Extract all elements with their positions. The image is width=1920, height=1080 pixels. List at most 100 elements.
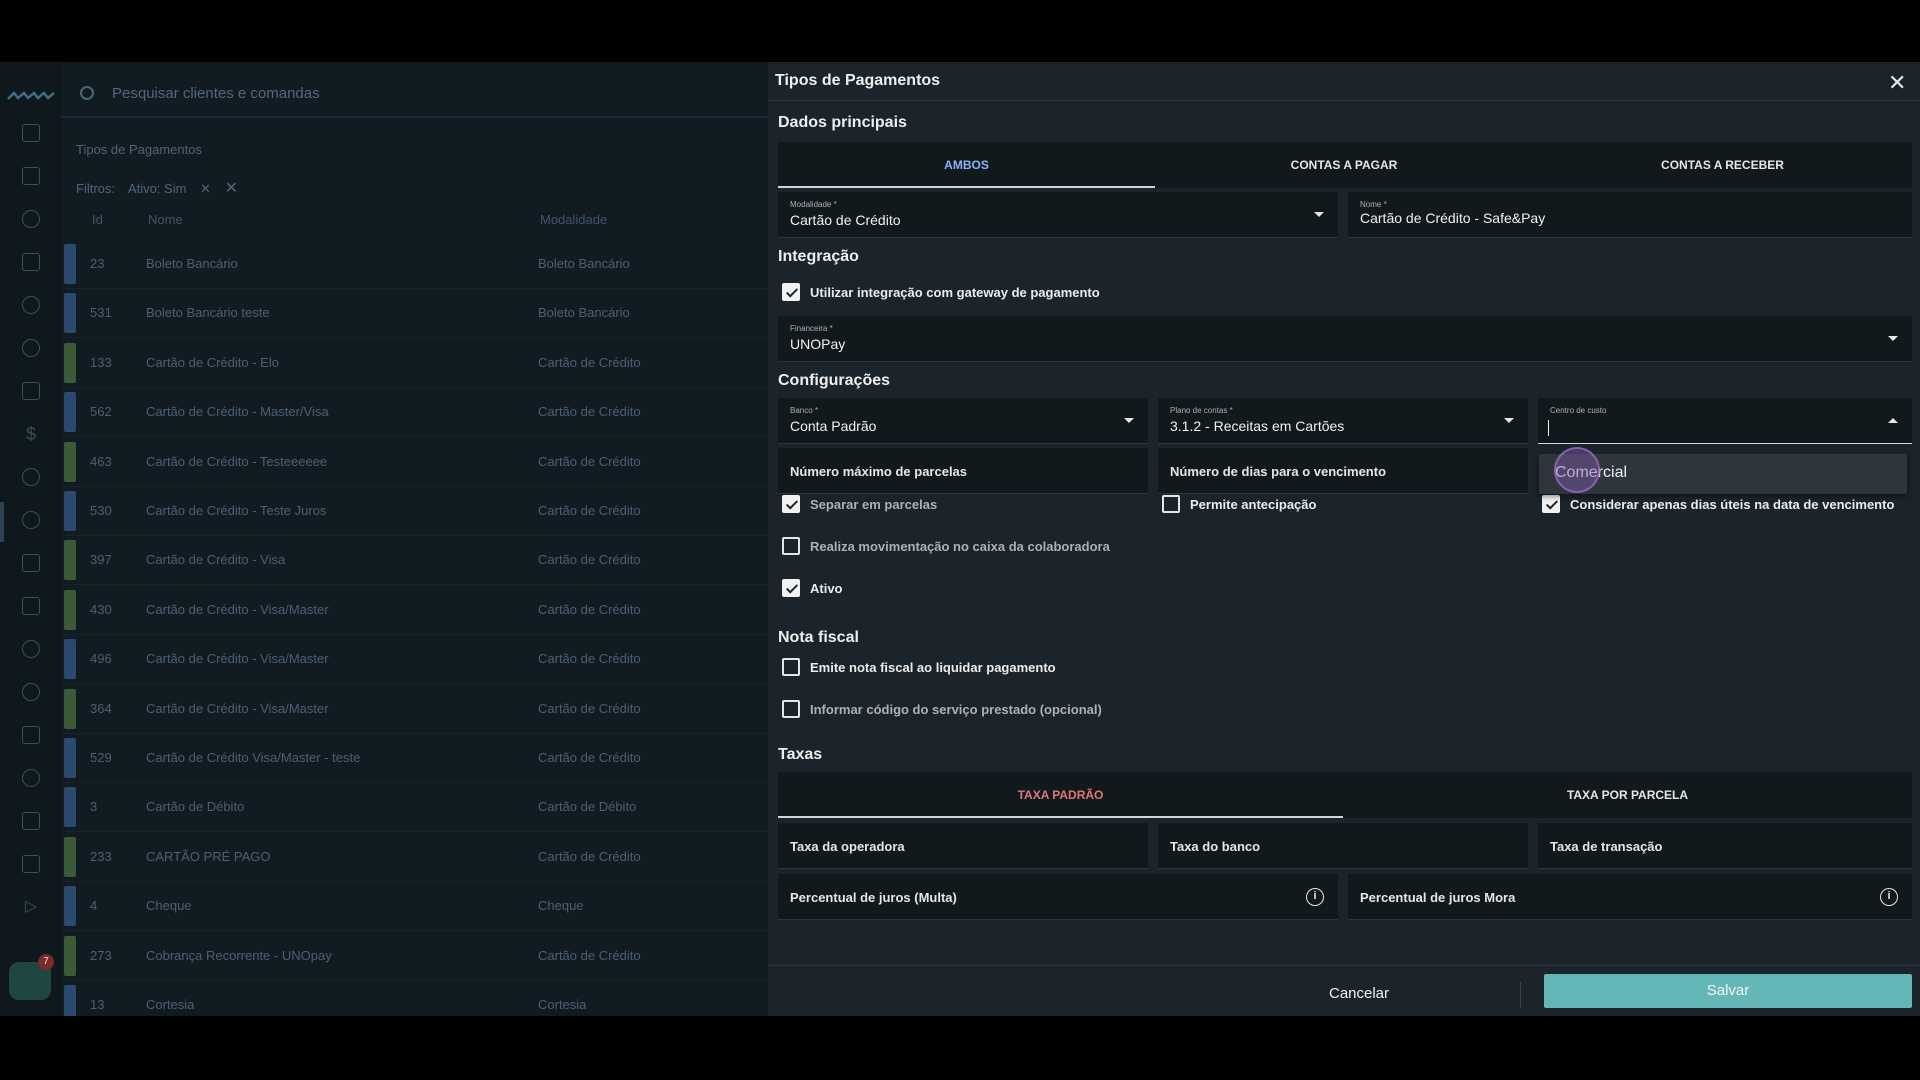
filter-chip[interactable]: Ativo: Sim [128,181,187,196]
status-color-marker [64,886,76,927]
clear-filters-icon[interactable]: ✕ [225,180,238,197]
checklist-icon[interactable] [22,253,40,271]
banco-select[interactable]: Banco * Conta Padrão [778,398,1148,444]
coins-icon[interactable] [22,511,40,529]
juros-multa-field[interactable]: Percentual de juros (Multa) i [778,874,1338,920]
checkbox-checked-icon [782,579,800,597]
left-navigation-rail: $ ▷ 7 [0,62,62,1016]
table-row[interactable]: 4 Cheque Cheque [62,882,768,932]
checkbox-unchecked-icon [1162,495,1180,513]
divider [1520,982,1521,1008]
table-row[interactable]: 496 Cartão de Crédito - Visa/Master Cartão… [62,635,768,685]
group-icon[interactable] [22,640,40,658]
banco-label: Banco * [790,406,819,415]
tab-contas-a-receber[interactable]: CONTAS A RECEBER [1533,142,1912,188]
target-icon[interactable] [22,296,40,314]
tab-contas-a-pagar[interactable]: CONTAS A PAGAR [1155,142,1533,188]
table-row[interactable]: 529 Cartão de Crédito Visa/Master - teste… [62,734,768,783]
dialog-title: Tipos de Pagamentos [775,72,941,89]
chart-icon[interactable] [22,382,40,400]
emite-nota-label: Emite nota fiscal ao liquidar pagamento [810,660,1056,675]
row-name: Cartão de Débito [146,799,245,815]
dollar-icon[interactable]: $ [22,425,40,443]
taxa-banco-field[interactable]: Taxa do banco [1158,823,1528,869]
remove-filter-icon[interactable]: ✕ [200,181,211,196]
filters-label: Filtros: [76,181,115,196]
row-name: Cartão de Crédito - Master/Visa [146,404,329,420]
calendar-icon[interactable] [22,167,40,185]
play-icon[interactable]: ▷ [22,898,40,916]
section-config: Configurações [778,372,891,389]
home-icon[interactable] [22,124,40,142]
box-icon[interactable] [22,597,40,615]
centro-label: Centro de custo [1550,406,1607,415]
codigo-servico-label: Informar código do serviço prestado (opc… [810,702,1102,717]
table-row[interactable]: 364 Cartão de Crédito - Visa/Master Cartão… [62,685,768,734]
app-window: $ ▷ 7 Pesquisar clientes e comandas Tipo… [0,62,1920,1016]
info-icon[interactable]: i [1306,888,1324,906]
table-row[interactable]: 463 Cartão de Crédito - Testeeeeee Cartão … [62,438,768,487]
section-invoice: Nota fiscal [778,629,859,646]
row-modality: Boleto Bancário [538,256,630,271]
plano-de-contas-select[interactable]: Plano de contas * 3.1.2 - Receitas em Ca… [1158,398,1528,444]
info-icon[interactable]: i [1880,888,1898,906]
table-row[interactable]: 397 Cartão de Crédito - Visa Cartão de Cré… [62,536,768,586]
table-row[interactable]: 3 Cartão de Débito Cartão de Débito [62,783,768,833]
save-button[interactable]: Salvar [1544,974,1912,1008]
document-icon[interactable] [22,855,40,873]
wrench-icon[interactable] [22,769,40,787]
checkbox-checked-icon [782,495,800,513]
tab-ambos[interactable]: AMBOS [778,142,1155,188]
row-modality: Cheque [538,898,584,914]
server-icon[interactable] [22,812,40,830]
row-id: 133 [90,354,112,370]
table-row[interactable]: 531 Boleto Bancário teste Boleto Bancário [62,289,768,339]
taxa-operadora-field[interactable]: Taxa da operadora [778,823,1148,869]
column-header-id[interactable]: Id [92,212,103,227]
table-row[interactable]: 133 Cartão de Crédito - Elo Cartão de Créd… [62,339,768,388]
max-parcelas-field[interactable]: Número máximo de parcelas [778,448,1148,494]
lightbulb-icon[interactable] [22,210,40,228]
table-row[interactable]: 273 Cobrança Recorrente - UNOpay Cartão de… [62,932,768,981]
financeira-select[interactable]: Financeira * UNOPay [778,316,1912,362]
nome-value: Cartão de Crédito - Safe&Pay [1360,210,1546,226]
row-id: 364 [90,700,112,716]
table-row[interactable]: 430 Cartão de Crédito - Visa/Master Cartão… [62,586,768,635]
tab-taxa-padrao[interactable]: TAXA PADRÃO [778,772,1343,818]
notification-badge: 7 [38,954,54,970]
table-row[interactable]: 23 Boleto Bancário Boleto Bancário [62,240,768,289]
tab-taxa-por-parcela[interactable]: TAXA POR PARCELA [1343,772,1912,818]
table-row[interactable]: 13 Cortesia Cortesia [62,981,768,1016]
store-icon[interactable] [22,726,40,744]
table-row[interactable]: 562 Cartão de Crédito - Master/Visa Cartão… [62,388,768,438]
search-input[interactable]: Pesquisar clientes e comandas [112,85,320,102]
status-color-marker [64,491,76,531]
centro-de-custo-select[interactable]: Centro de custo [1538,398,1912,444]
search-bar[interactable]: Pesquisar clientes e comandas [62,70,768,118]
modalidade-select[interactable]: Modalidade * Cartão de Crédito [778,192,1338,238]
history-icon[interactable] [22,468,40,486]
dias-vencimento-field[interactable]: Número de dias para o vencimento [1158,448,1528,494]
status-color-marker [64,688,76,729]
user-icon[interactable] [22,339,40,357]
column-header-name[interactable]: Nome [148,212,183,227]
cancel-button[interactable]: Cancelar [1284,978,1434,1010]
column-header-modality[interactable]: Modalidade [540,212,607,227]
row-modality: Cartão de Crédito [538,848,641,864]
mouse-cursor-indicator [1554,447,1600,493]
nome-field[interactable]: Nome * Cartão de Crédito - Safe&Pay [1348,192,1912,238]
text-caret [1548,420,1549,436]
gear-icon[interactable] [22,683,40,701]
row-modality: Cartão de Crédito [538,651,641,667]
juros-mora-field[interactable]: Percentual de juros Mora i [1348,874,1912,920]
money-bag-icon[interactable] [22,554,40,572]
table-row[interactable]: 233 CARTÃO PRÉ PAGO Cartão de Crédito [62,833,768,882]
breadcrumb: Tipos de Pagamentos [76,142,202,157]
account-type-tabs: AMBOS CONTAS A PAGAR CONTAS A RECEBER [778,142,1912,188]
row-modality: Cartão de Débito [538,799,637,815]
row-name: Cartão de Crédito - Teste Juros [146,503,327,518]
taxa-operadora-placeholder: Taxa da operadora [790,839,905,854]
taxa-transacao-field[interactable]: Taxa de transação [1538,823,1912,869]
table-row[interactable]: 530 Cartão de Crédito - Teste Juros Cartão… [62,487,768,536]
close-icon[interactable]: ✕ [1888,70,1906,96]
